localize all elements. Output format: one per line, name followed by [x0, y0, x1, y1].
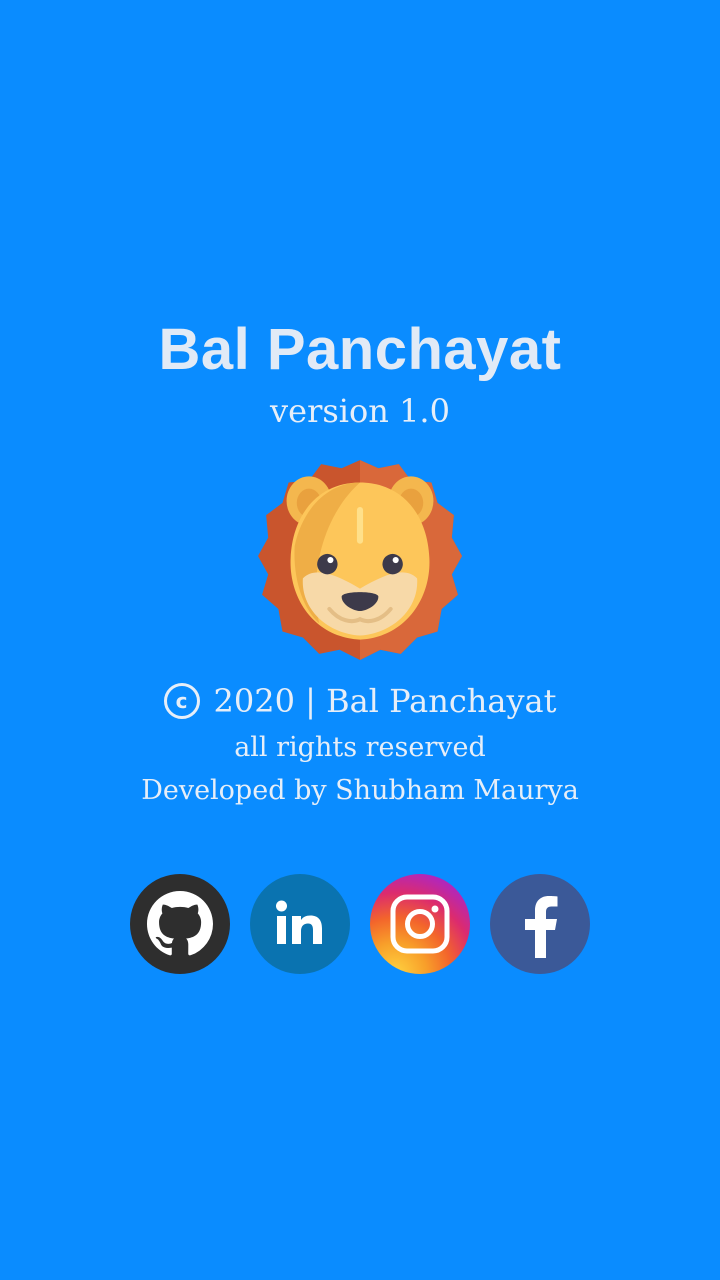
instagram-button[interactable] — [370, 874, 470, 974]
copyright-icon: c — [163, 683, 200, 719]
facebook-button[interactable] — [490, 874, 590, 974]
rights-text: all rights reserved — [234, 732, 486, 763]
about-screen: Bal Panchayat version 1.0 c 2020 | Bal P… — [0, 0, 720, 1280]
copyright-line: c 2020 | Bal Panchayat — [0, 682, 720, 720]
linkedin-icon — [276, 900, 322, 944]
developer-credit: Developed by Shubham Maurya — [141, 775, 579, 806]
facebook-icon — [525, 896, 558, 958]
app-version: version 1.0 — [270, 392, 450, 430]
social-links — [130, 874, 590, 974]
lion-icon — [258, 460, 462, 660]
copyright-text: 2020 | Bal Panchayat — [213, 682, 557, 720]
app-title: Bal Panchayat — [158, 317, 562, 382]
instagram-icon — [390, 894, 450, 954]
github-button[interactable] — [130, 874, 230, 974]
linkedin-button[interactable] — [250, 874, 350, 974]
github-icon — [147, 891, 213, 956]
